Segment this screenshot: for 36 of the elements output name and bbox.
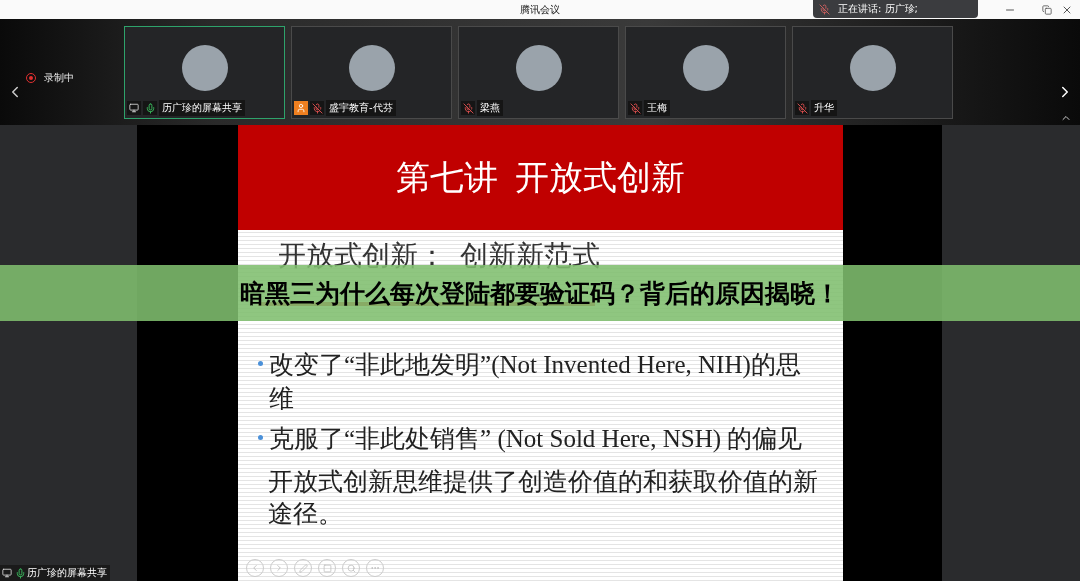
avatar-placeholder	[682, 45, 729, 91]
participant-name: 历广珍的屏幕共享	[159, 100, 245, 116]
participant-name: 盛宇教育-代芬	[326, 100, 396, 116]
avatar-placeholder	[348, 45, 395, 91]
bullet-text: 克服了“非此处销售” (Not Sold Here, NSH) 的偏见	[269, 424, 803, 455]
participant-tile[interactable]: 升华	[792, 26, 953, 119]
headline-text: 暗黑三为什么每次登陆都要验证码？背后的原因揭晓！	[240, 277, 840, 310]
bullet-text: 改变了“非此地发明”(Not Invented Here, NIH)的思维	[269, 350, 802, 414]
avatar-placeholder	[515, 45, 562, 91]
slide-subtitle: 开放式创新： 创新新范式	[278, 240, 601, 272]
participant-tile[interactable]: 梁燕	[458, 26, 619, 119]
bullet-dot	[258, 361, 263, 366]
slide-paragraph: 开放式创新思维提供了创造价值的和获取价值的新途径。	[268, 467, 819, 529]
participant-name: 梁燕	[477, 100, 503, 116]
close-icon	[1061, 4, 1073, 16]
restore-button[interactable]	[1040, 3, 1054, 17]
participant-name: 升华	[811, 100, 837, 116]
chevron-right-icon	[274, 563, 284, 573]
speaking-text: 正在讲话: 历广珍;	[838, 2, 918, 16]
chevron-left-icon	[250, 563, 260, 573]
share-label-text: 历广珍的屏幕共享	[27, 566, 107, 580]
participant-tile[interactable]: 盛宇教育-代芬	[291, 26, 452, 119]
bullet-dot	[258, 435, 263, 440]
muted-mic-icon	[819, 3, 830, 15]
participant-name: 王梅	[644, 100, 670, 116]
pen-icon	[298, 563, 308, 573]
slide-title: 第七讲 开放式创新	[396, 157, 685, 198]
restore-icon	[1042, 5, 1052, 15]
avatar-placeholder	[849, 45, 896, 91]
recording-label: 录制中	[44, 71, 74, 85]
search-icon	[346, 563, 356, 573]
participant-tile[interactable]: 王梅	[625, 26, 786, 119]
square-icon	[322, 563, 332, 573]
window-title: 腾讯会议	[520, 2, 560, 17]
avatar-placeholder	[181, 45, 228, 91]
participant-tile[interactable]: 历广珍的屏幕共享	[124, 26, 285, 119]
